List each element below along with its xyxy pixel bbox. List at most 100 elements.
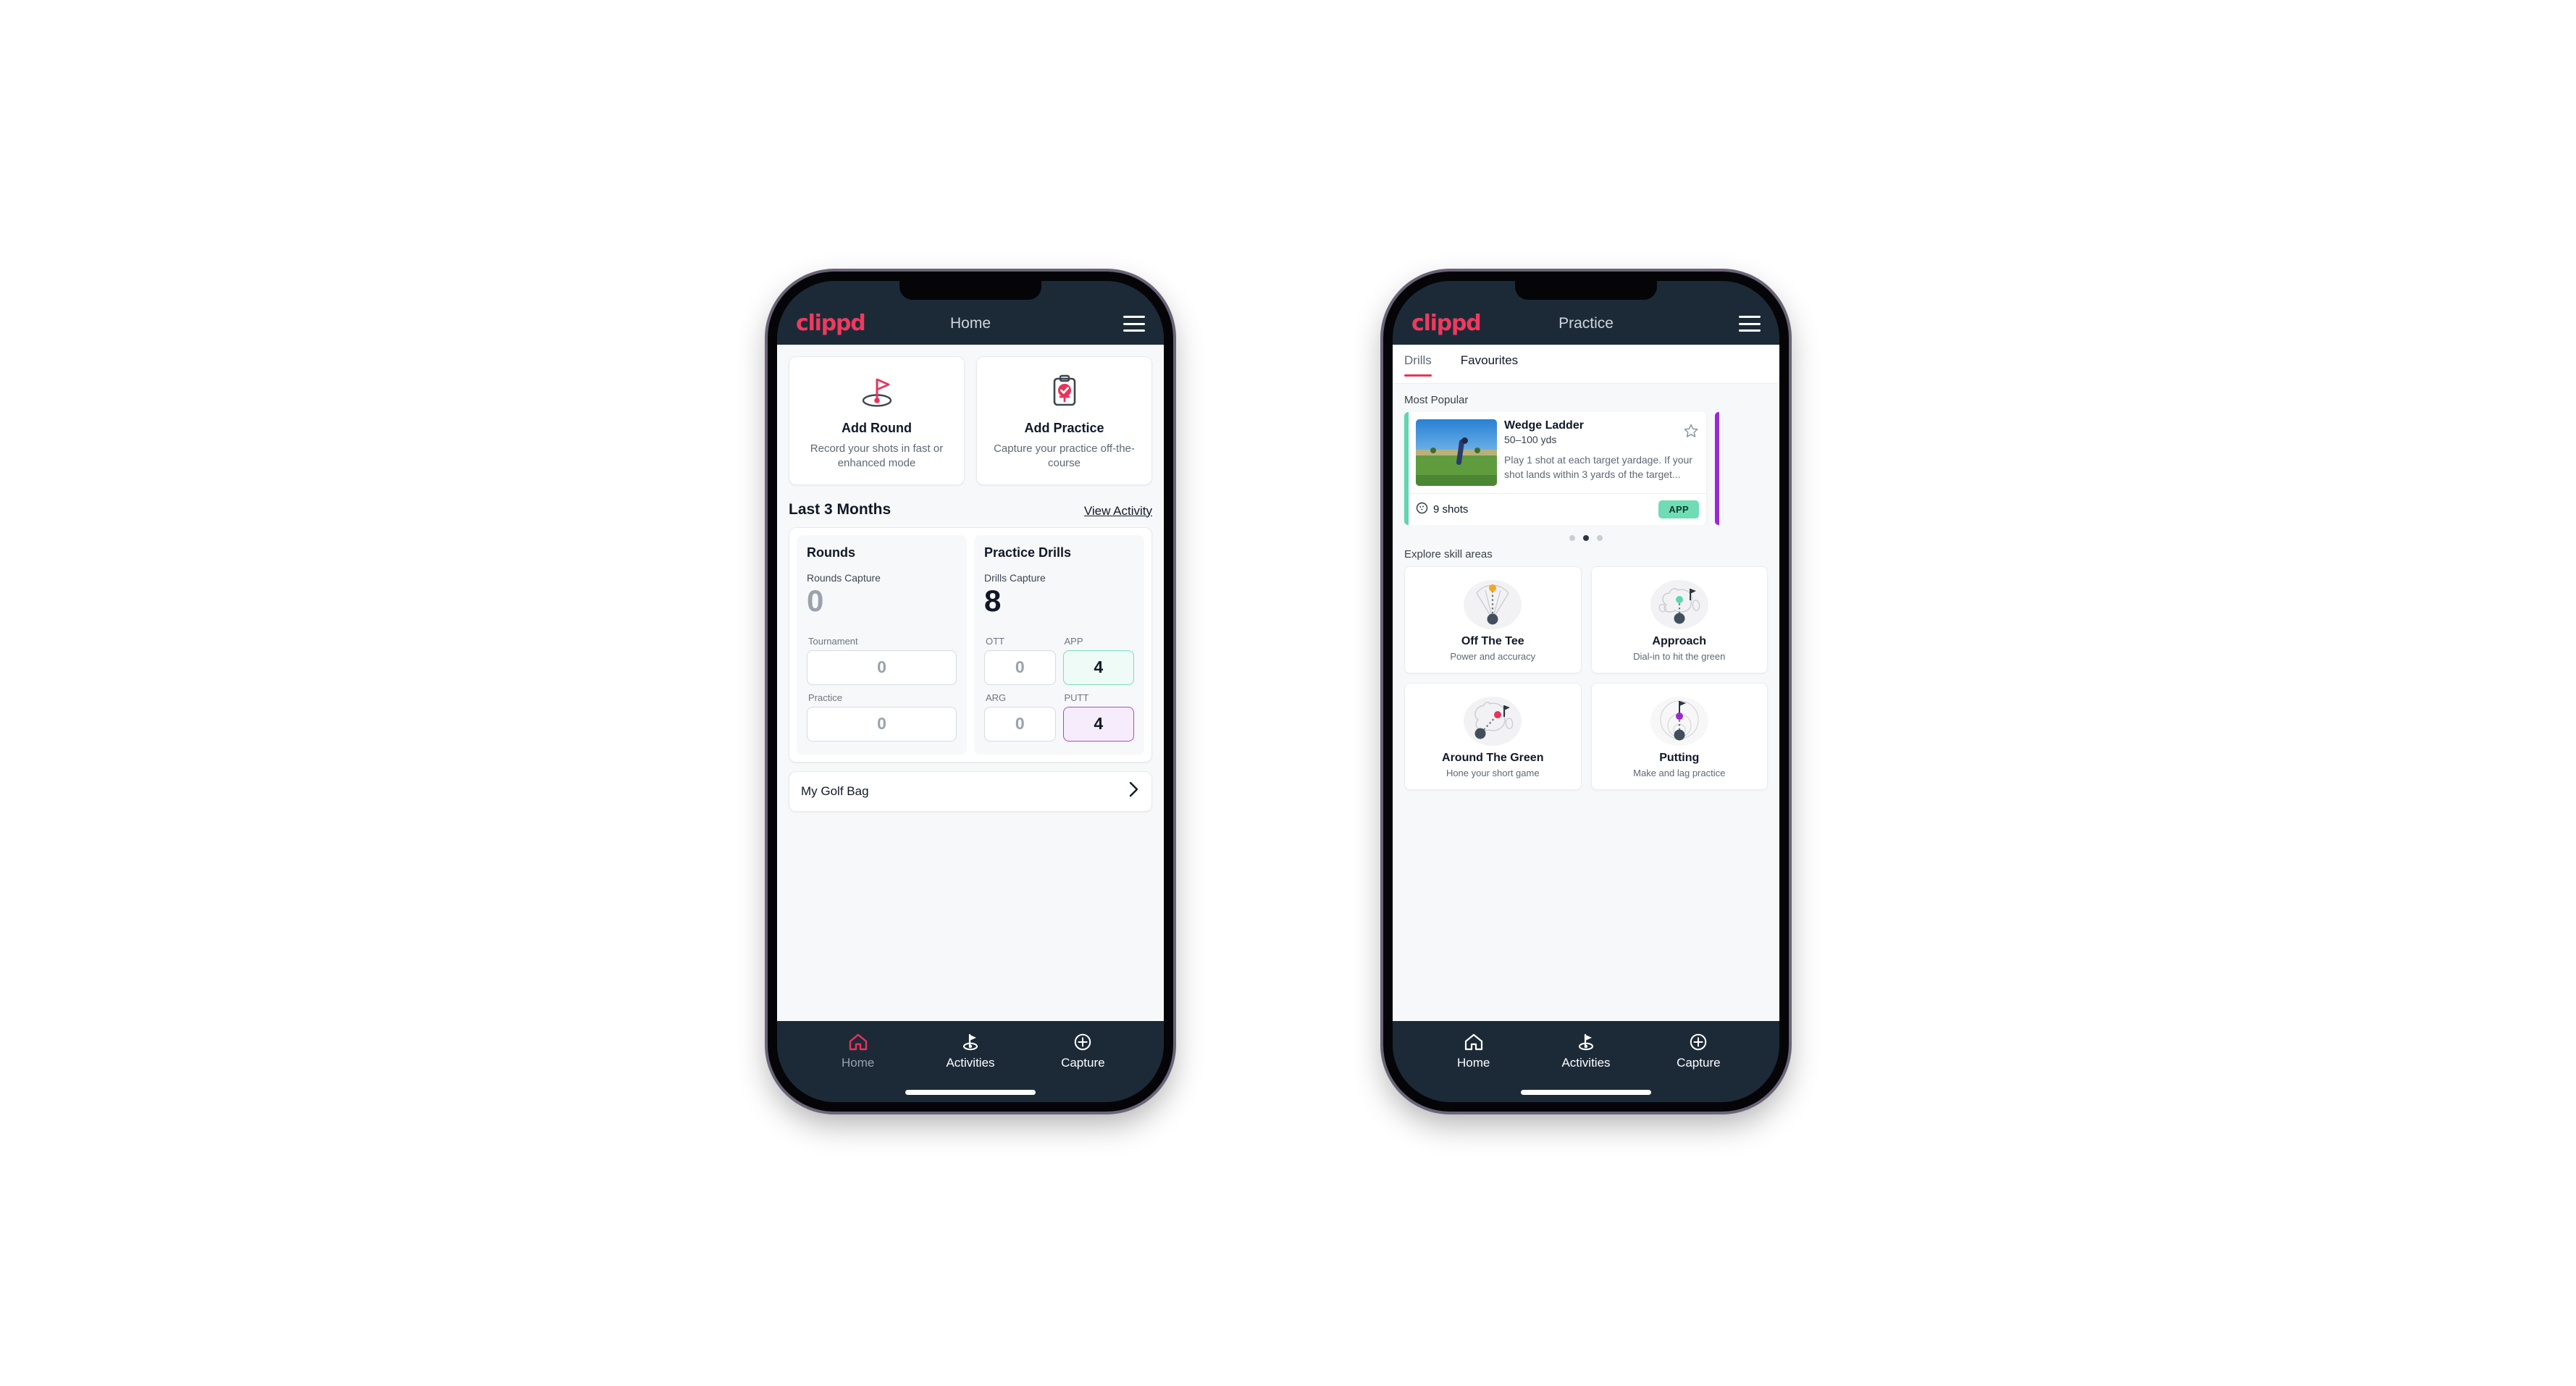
add-practice-title: Add Practice [1024,421,1104,435]
add-round-card[interactable]: Add Round Record your shots in fast or e… [789,356,965,485]
drill-title: Wedge Ladder [1504,419,1584,432]
practice-value[interactable]: 0 [807,706,957,742]
drills-heading: Practice Drills [984,545,1072,560]
home-indicator [905,1090,1036,1095]
skill-title: Approach [1652,635,1707,647]
putt-label: PUTT [1064,692,1089,703]
menu-icon[interactable] [1123,316,1145,332]
app-label: APP [1064,635,1083,647]
home-indicator [1521,1090,1651,1095]
home-icon [848,1033,868,1051]
nav-activities[interactable]: Activities [1530,1033,1642,1070]
tournament-label: Tournament [808,635,858,647]
clippd-logo[interactable]: clippd [1411,313,1482,335]
golf-flag-icon [1575,1033,1597,1051]
practice-label: Practice [808,692,842,703]
menu-icon[interactable] [1739,316,1761,332]
tee-shot-dispersion-icon [1411,576,1575,634]
explore-skill-areas-label: Explore skill areas [1404,548,1493,560]
view-activity-link[interactable]: View Activity [1084,504,1152,518]
carousel-dot-1[interactable] [1569,535,1575,541]
ott-label: OTT [986,635,1004,647]
drill-shots-label: 9 shots [1433,503,1469,516]
add-practice-card[interactable]: Add Practice Capture your practice off-t… [976,356,1152,485]
arg-label: ARG [986,692,1007,703]
skill-card-off-the-tee[interactable]: Off The Tee Power and accuracy [1404,566,1582,673]
star-outline-icon[interactable] [1677,423,1699,442]
putting-rings-icon [1598,692,1762,750]
quick-action-row: Add Round Record your shots in fast or e… [777,345,1164,485]
plus-circle-icon [1073,1033,1093,1051]
nav-capture[interactable]: Capture [1642,1033,1755,1070]
golf-ball-icon [1416,502,1428,517]
drill-stat-row-2: ARG 0 PUTT 4 [984,692,1134,742]
rounds-capture-label: Rounds Capture [807,571,881,584]
phone-notch [1515,281,1657,300]
tournament-value[interactable]: 0 [807,650,957,685]
clipboard-check-icon [984,371,1144,412]
nav-capture-label: Capture [1677,1056,1721,1070]
chevron-right-icon [1128,781,1140,802]
clippd-logo[interactable]: clippd [796,313,866,335]
drill-thumbnail [1416,419,1497,486]
skill-subtitle: Power and accuracy [1450,651,1536,662]
drill-stat-row-1: OTT 0 APP 4 [984,636,1134,685]
home-bottom-nav: Home Activities Capture [777,1021,1164,1102]
skill-card-putting[interactable]: Putting Make and lag practice [1590,683,1768,790]
drill-subtitle: 50–100 yds [1504,434,1557,445]
nav-home[interactable]: Home [1417,1033,1530,1070]
nav-activities-label: Activities [1561,1056,1611,1070]
add-round-title: Add Round [842,421,912,435]
stats-wrap: Rounds Rounds Capture 0 Tournament 0 Pra… [777,526,1164,763]
practice-tabs: Drills Favourites [1393,345,1779,384]
golf-flag-icon [797,371,957,412]
phone-notch [899,281,1041,300]
nav-capture-label: Capture [1061,1056,1105,1070]
add-practice-subtitle: Capture your practice off-the-course [994,442,1135,470]
skill-title: Putting [1659,752,1700,764]
nav-capture[interactable]: Capture [1027,1033,1139,1070]
home-content: Add Round Record your shots in fast or e… [777,345,1164,1021]
drill-tag-badge: APP [1658,500,1699,518]
home-icon [1464,1033,1484,1051]
drill-card-next-peek[interactable] [1715,412,1722,525]
nav-home-label: Home [841,1056,875,1070]
carousel-dot-3[interactable] [1597,535,1603,541]
skill-card-around-the-green[interactable]: Around The Green Hone your short game [1404,683,1582,790]
drill-description: Play 1 shot at each target yardage. If y… [1504,454,1692,481]
plus-circle-icon [1688,1033,1708,1051]
carousel-dots[interactable] [1393,525,1779,544]
arg-value[interactable]: 0 [984,706,1056,742]
my-golf-bag-row[interactable]: My Golf Bag [789,770,1152,812]
practice-content: Drills Favourites Most Popular Wedge Lad… [1393,345,1779,1021]
app-value[interactable]: 4 [1062,650,1134,685]
skill-areas-grid: Off The Tee Power and accuracy Approach … [1393,566,1779,790]
drills-column: Practice Drills Drills Capture 8 OTT 0 A… [974,534,1144,755]
putt-value[interactable]: 4 [1062,706,1134,742]
last-3-months-row: Last 3 Months View Activity [777,485,1164,527]
nav-activities[interactable]: Activities [914,1033,1026,1070]
ott-value[interactable]: 0 [984,650,1056,685]
practice-bottom-nav: Home Activities Capture [1393,1021,1779,1102]
stats-card: Rounds Rounds Capture 0 Tournament 0 Pra… [789,526,1152,763]
phone-home-screen: clippd Home Add Round Record your shots … [777,281,1164,1102]
skill-title: Off The Tee [1461,635,1524,647]
skill-card-approach[interactable]: Approach Dial-in to hit the green [1590,566,1768,673]
skill-subtitle: Dial-in to hit the green [1633,651,1726,662]
skill-title: Around The Green [1442,752,1544,764]
drill-card-wedge-ladder[interactable]: Wedge Ladder 50–100 yds Play 1 shot at e… [1404,412,1706,525]
tab-drills[interactable]: Drills [1404,353,1443,377]
drills-capture-value: 8 [984,583,1002,618]
drill-carousel[interactable]: Wedge Ladder 50–100 yds Play 1 shot at e… [1393,412,1779,525]
skill-subtitle: Make and lag practice [1633,768,1726,778]
nav-activities-label: Activities [946,1056,995,1070]
carousel-dot-2[interactable] [1583,535,1589,541]
screenshot-canvas: clippd Home Add Round Record your shots … [0,0,2576,1386]
nav-home-label: Home [1456,1056,1490,1070]
rounds-heading: Rounds [807,545,855,560]
nav-home[interactable]: Home [802,1033,914,1070]
chip-to-green-icon [1411,692,1575,750]
tab-favourites[interactable]: Favourites [1449,353,1530,377]
golf-flag-icon [960,1033,981,1051]
drill-card-body: Wedge Ladder 50–100 yds Play 1 shot at e… [1409,412,1706,493]
